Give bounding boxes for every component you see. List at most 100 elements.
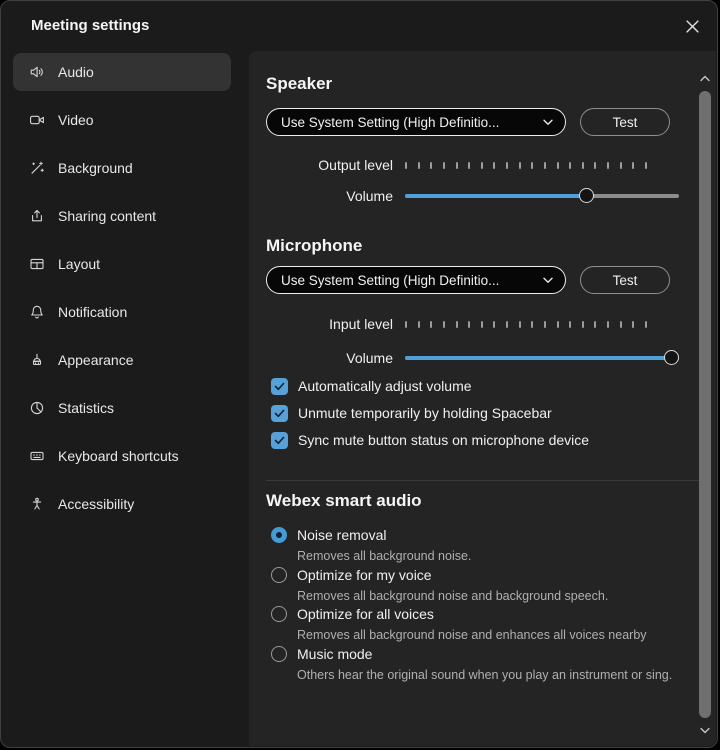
level-tick bbox=[557, 321, 559, 328]
level-tick bbox=[405, 321, 407, 328]
level-tick bbox=[519, 162, 521, 169]
level-tick bbox=[430, 321, 432, 328]
sidebar-item-label: Layout bbox=[58, 256, 100, 272]
level-tick bbox=[468, 321, 470, 328]
level-tick bbox=[531, 321, 533, 328]
level-tick bbox=[632, 321, 634, 328]
speaker-test-button[interactable]: Test bbox=[580, 108, 670, 136]
radio-description: Others hear the original sound when you … bbox=[297, 667, 675, 684]
level-tick bbox=[493, 321, 495, 328]
radio-option: Optimize for all voices Removes all back… bbox=[266, 604, 684, 644]
input-level-label: Input level bbox=[266, 316, 393, 332]
level-tick bbox=[569, 162, 571, 169]
level-tick bbox=[620, 162, 622, 169]
brush-icon bbox=[29, 352, 45, 368]
scrollbar-thumb[interactable] bbox=[699, 91, 711, 718]
close-icon bbox=[686, 20, 699, 33]
sidebar-item-label: Statistics bbox=[58, 400, 114, 416]
radio-option: Music mode Others hear the original soun… bbox=[266, 644, 684, 684]
checkbox[interactable] bbox=[271, 405, 288, 422]
speaker-device-dropdown[interactable]: Use System Setting (High Definitio... bbox=[266, 108, 566, 136]
wand-icon bbox=[29, 160, 45, 176]
checkbox-row[interactable]: Unmute temporarily by holding Spacebar bbox=[271, 403, 684, 423]
microphone-test-button[interactable]: Test bbox=[580, 266, 670, 294]
level-tick bbox=[620, 321, 622, 328]
sidebar-item-appearance[interactable]: Appearance bbox=[13, 341, 231, 379]
sidebar-item-sharing-content[interactable]: Sharing content bbox=[13, 197, 231, 235]
microphone-volume-slider[interactable] bbox=[405, 350, 679, 366]
input-level-meter bbox=[405, 321, 647, 328]
level-tick bbox=[519, 321, 521, 328]
level-tick bbox=[418, 321, 420, 328]
radio-button[interactable] bbox=[271, 567, 287, 583]
level-tick bbox=[544, 162, 546, 169]
smart-audio-heading: Webex smart audio bbox=[266, 490, 684, 512]
sidebar-item-video[interactable]: Video bbox=[13, 101, 231, 139]
radio-button[interactable] bbox=[271, 646, 287, 662]
radio-description: Removes all background noise. bbox=[297, 548, 675, 565]
radio-option: Noise removal Removes all background noi… bbox=[266, 525, 684, 565]
sidebar-item-label: Keyboard shortcuts bbox=[58, 448, 179, 464]
sidebar-item-accessibility[interactable]: Accessibility bbox=[13, 485, 231, 523]
checkbox-row[interactable]: Automatically adjust volume bbox=[271, 376, 684, 396]
share-icon bbox=[29, 208, 45, 224]
sidebar-item-layout[interactable]: Layout bbox=[13, 245, 231, 283]
level-tick bbox=[645, 162, 647, 169]
slider-thumb[interactable] bbox=[579, 188, 594, 203]
keyboard-icon bbox=[29, 448, 45, 464]
meeting-settings-dialog: Meeting settings Audio Video Background … bbox=[0, 0, 718, 748]
radio-option: Optimize for my voice Removes all backgr… bbox=[266, 565, 684, 605]
radio-button[interactable] bbox=[271, 606, 287, 622]
slider-fill bbox=[405, 194, 589, 198]
sidebar-item-label: Audio bbox=[58, 64, 94, 80]
radio-label: Optimize for my voice bbox=[297, 567, 432, 583]
close-button[interactable] bbox=[680, 14, 704, 38]
level-tick bbox=[456, 321, 458, 328]
speaker-icon bbox=[29, 64, 45, 80]
panel-scrollbar[interactable] bbox=[698, 57, 712, 742]
slider-thumb[interactable] bbox=[664, 350, 679, 365]
output-level-meter bbox=[405, 162, 647, 169]
sidebar-item-background[interactable]: Background bbox=[13, 149, 231, 187]
microphone-volume-row: Volume bbox=[266, 350, 684, 366]
level-tick bbox=[430, 162, 432, 169]
checkbox-label: Unmute temporarily by holding Spacebar bbox=[298, 405, 552, 421]
level-tick bbox=[405, 162, 407, 169]
level-tick bbox=[569, 321, 571, 328]
speaker-volume-slider[interactable] bbox=[405, 188, 679, 204]
pie-chart-icon bbox=[29, 400, 45, 416]
dialog-title: Meeting settings bbox=[31, 17, 149, 34]
input-level-row: Input level bbox=[266, 316, 684, 332]
radio-description: Removes all background noise and backgro… bbox=[297, 588, 675, 605]
level-tick bbox=[531, 162, 533, 169]
radio-button[interactable] bbox=[271, 527, 287, 543]
output-level-row: Output level bbox=[266, 157, 684, 173]
section-divider bbox=[266, 480, 699, 481]
sidebar-item-notification[interactable]: Notification bbox=[13, 293, 231, 331]
settings-sidebar: Audio Video Background Sharing content L… bbox=[13, 53, 231, 533]
radio-label: Music mode bbox=[297, 646, 372, 662]
radio-label: Noise removal bbox=[297, 527, 386, 543]
bell-icon bbox=[29, 304, 45, 320]
checkbox[interactable] bbox=[271, 432, 288, 449]
microphone-options-group: Automatically adjust volume Unmute tempo… bbox=[266, 376, 684, 450]
chevron-down-icon bbox=[543, 119, 553, 126]
output-level-label: Output level bbox=[266, 157, 393, 173]
checkbox-row[interactable]: Sync mute button status on microphone de… bbox=[271, 430, 684, 450]
microphone-device-dropdown[interactable]: Use System Setting (High Definitio... bbox=[266, 266, 566, 294]
radio-description: Removes all background noise and enhance… bbox=[297, 627, 675, 644]
sidebar-item-statistics[interactable]: Statistics bbox=[13, 389, 231, 427]
microphone-volume-label: Volume bbox=[266, 350, 393, 366]
level-tick bbox=[582, 321, 584, 328]
level-tick bbox=[582, 162, 584, 169]
level-tick bbox=[443, 162, 445, 169]
scroll-down-icon[interactable] bbox=[700, 726, 710, 734]
level-tick bbox=[607, 162, 609, 169]
sidebar-item-label: Accessibility bbox=[58, 496, 134, 512]
speaker-volume-row: Volume bbox=[266, 188, 684, 204]
sidebar-item-audio[interactable]: Audio bbox=[13, 53, 231, 91]
smart-audio-options-group: Noise removal Removes all background noi… bbox=[266, 525, 684, 683]
checkbox[interactable] bbox=[271, 378, 288, 395]
scroll-up-icon[interactable] bbox=[700, 75, 710, 83]
sidebar-item-keyboard-shortcuts[interactable]: Keyboard shortcuts bbox=[13, 437, 231, 475]
